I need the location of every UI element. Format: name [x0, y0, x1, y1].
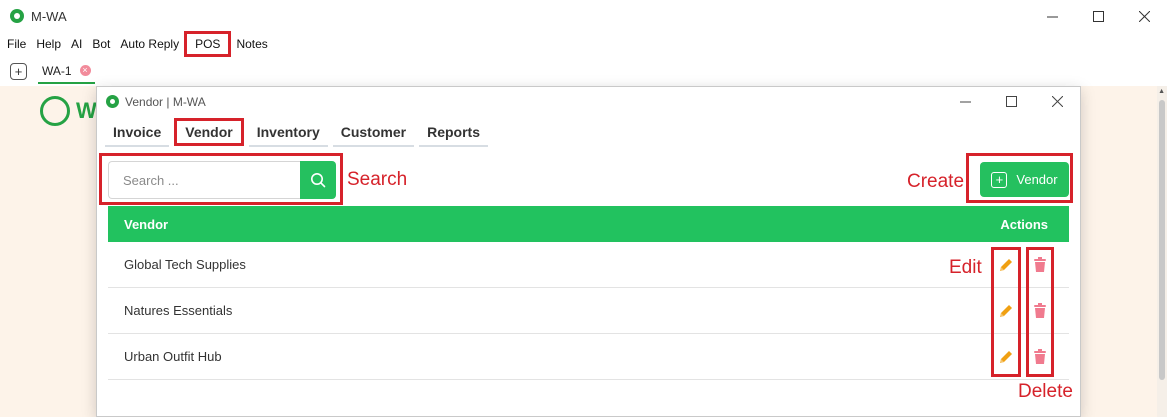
tab-customer[interactable]: Customer [332, 119, 415, 147]
menu-notes[interactable]: Notes [231, 34, 272, 54]
dialog-maximize-button[interactable] [988, 87, 1034, 116]
search-group [108, 161, 338, 199]
pencil-icon [1000, 351, 1012, 363]
main-titlebar: M-WA [0, 0, 1167, 32]
annotation-search: Search [347, 169, 408, 190]
maximize-button[interactable] [1075, 0, 1121, 32]
table-row: Natures Essentials [108, 288, 1069, 334]
menu-bar: File Help AI Bot Auto Reply POS Notes [0, 31, 273, 57]
column-header-actions: Actions [1000, 216, 1048, 232]
create-vendor-button[interactable]: + Vendor [980, 162, 1069, 197]
annotation-create: Create [907, 171, 965, 192]
minimize-icon [959, 101, 971, 103]
vendor-name: Global Tech Supplies [124, 257, 246, 272]
scroll-up-icon[interactable]: ▲ [1158, 88, 1165, 95]
search-icon [311, 173, 326, 188]
dialog-titlebar: Vendor | M-WA [97, 87, 1080, 116]
menu-pos[interactable]: POS [184, 31, 232, 57]
tab-reports[interactable]: Reports [419, 119, 488, 147]
tab-strip: + WA-1 × [0, 58, 1167, 85]
search-input[interactable] [108, 161, 300, 199]
tab-label: WA-1 [42, 63, 72, 78]
menu-bot[interactable]: Bot [87, 34, 115, 54]
close-icon [1138, 10, 1150, 22]
dialog-tabs: Invoice Vendor Inventory Customer Report… [105, 118, 493, 147]
menu-ai[interactable]: AI [66, 34, 87, 54]
scrollbar-thumb[interactable] [1159, 100, 1165, 380]
pencil-icon [1000, 305, 1012, 317]
vendor-table: Vendor Actions Global Tech Supplies Natu… [108, 206, 1069, 380]
dialog-minimize-button[interactable] [942, 87, 988, 116]
vendor-name: Urban Outfit Hub [124, 349, 222, 364]
menu-file[interactable]: File [0, 34, 31, 54]
trash-icon [1034, 349, 1046, 364]
dialog-window-controls [942, 87, 1080, 116]
tab-invoice[interactable]: Invoice [105, 119, 170, 147]
tab-wa-1[interactable]: WA-1 × [38, 60, 95, 84]
maximize-icon [1005, 96, 1017, 107]
annotation-delete: Delete [1018, 381, 1073, 402]
annotation-edit: Edit [949, 257, 982, 278]
dialog-app-icon [106, 95, 119, 108]
table-row: Urban Outfit Hub [108, 334, 1069, 380]
maximize-icon [1092, 10, 1104, 22]
edit-button[interactable] [996, 254, 1016, 276]
menu-help[interactable]: Help [31, 34, 66, 54]
minimize-button[interactable] [1029, 0, 1075, 32]
whatsapp-logo-icon [40, 96, 70, 126]
plus-icon: + [991, 171, 1008, 188]
trash-icon [1034, 303, 1046, 318]
new-tab-button[interactable]: + [10, 63, 27, 80]
delete-button[interactable] [1030, 300, 1050, 322]
search-button[interactable] [300, 161, 336, 199]
close-icon [1051, 96, 1063, 107]
window-title: M-WA [31, 8, 67, 24]
vendor-dialog: Vendor | M-WA Invoice Vendor Inventory C… [96, 86, 1081, 417]
close-button[interactable] [1121, 0, 1167, 32]
column-header-vendor: Vendor [124, 216, 169, 232]
delete-button[interactable] [1030, 346, 1050, 368]
dialog-title: Vendor | M-WA [125, 94, 206, 109]
app-logo-text: W [76, 98, 97, 123]
minimize-icon [1046, 16, 1058, 17]
window-controls [1029, 0, 1167, 32]
tab-vendor[interactable]: Vendor [174, 118, 244, 146]
tab-inventory[interactable]: Inventory [248, 119, 328, 147]
edit-button[interactable] [996, 346, 1016, 368]
table-header: Vendor Actions [108, 206, 1069, 242]
trash-icon [1034, 257, 1046, 272]
menu-auto-reply[interactable]: Auto Reply [115, 34, 184, 54]
tab-close-icon[interactable]: × [79, 65, 91, 76]
create-button-label: Vendor [1016, 172, 1058, 187]
dialog-close-button[interactable] [1034, 87, 1080, 116]
pencil-icon [1000, 259, 1012, 271]
edit-button[interactable] [996, 300, 1016, 322]
delete-button[interactable] [1030, 254, 1050, 276]
table-row: Global Tech Supplies [108, 242, 1069, 288]
app-logo-icon [10, 9, 24, 23]
vendor-name: Natures Essentials [124, 303, 233, 318]
